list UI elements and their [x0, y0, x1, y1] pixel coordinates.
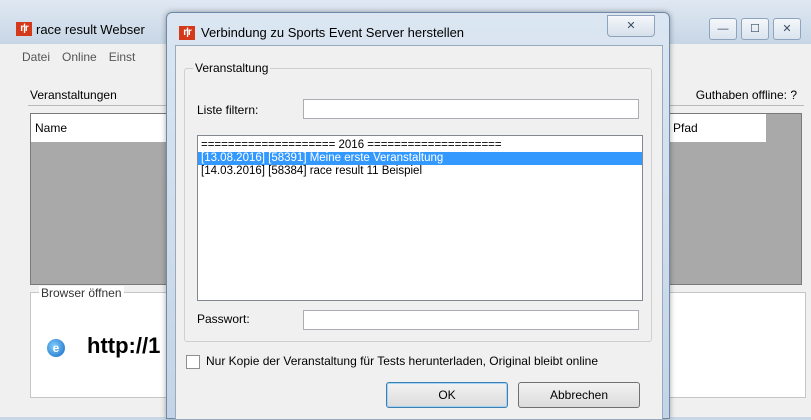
filter-input[interactable] [303, 99, 639, 119]
event-group-label: Veranstaltung [193, 61, 271, 75]
events-listbox[interactable]: ==================== 2016 ==============… [197, 135, 643, 301]
menu-einstellungen[interactable]: Einst [109, 50, 136, 64]
browser-group-label: Browser öffnen [39, 286, 124, 300]
app-logo-icon: r|r [16, 22, 32, 36]
dialog-close-icon[interactable]: ✕ [607, 15, 655, 37]
dialog-title: Verbindung zu Sports Event Server herste… [201, 25, 465, 40]
password-input[interactable] [303, 310, 639, 330]
list-item-year-header[interactable]: ==================== 2016 ==============… [198, 139, 642, 152]
copy-only-checkbox[interactable] [186, 355, 200, 369]
main-window-title: race result Webser [36, 22, 145, 37]
dialog-body: Veranstaltung Liste filtern: ===========… [175, 45, 663, 420]
column-header-pfad[interactable]: Pfad [669, 114, 767, 142]
close-icon[interactable]: ✕ [773, 18, 801, 40]
column-header-name[interactable]: Name [31, 114, 167, 142]
maximize-icon[interactable]: ☐ [741, 18, 769, 40]
filter-label: Liste filtern: [197, 103, 259, 117]
password-label: Passwort: [197, 312, 250, 326]
events-label: Veranstaltungen [30, 88, 117, 102]
dialog-logo-icon: r|r [179, 26, 195, 40]
window-controls: — ☐ ✕ [709, 18, 801, 40]
ok-button[interactable]: OK [386, 382, 508, 408]
internet-explorer-icon[interactable]: e [47, 339, 65, 357]
credit-status: Guthaben offline: ? [695, 88, 797, 102]
event-group: Veranstaltung Liste filtern: ===========… [184, 61, 652, 342]
copy-only-checkbox-label[interactable]: Nur Kopie der Veranstaltung für Tests he… [206, 354, 598, 368]
minimize-icon[interactable]: — [709, 18, 737, 40]
menubar: Datei Online Einst [22, 50, 135, 64]
menu-datei[interactable]: Datei [22, 50, 50, 64]
browser-url-link[interactable]: http://1 [87, 333, 160, 359]
list-item-selected[interactable]: [13.08.2016] [58391] Meine erste Veranst… [198, 152, 642, 165]
list-item[interactable]: [14.03.2016] [58384] race result 11 Beis… [198, 165, 642, 178]
menu-online[interactable]: Online [62, 50, 97, 64]
cancel-button[interactable]: Abbrechen [518, 382, 640, 408]
connect-dialog: r|r Verbindung zu Sports Event Server he… [166, 12, 670, 420]
